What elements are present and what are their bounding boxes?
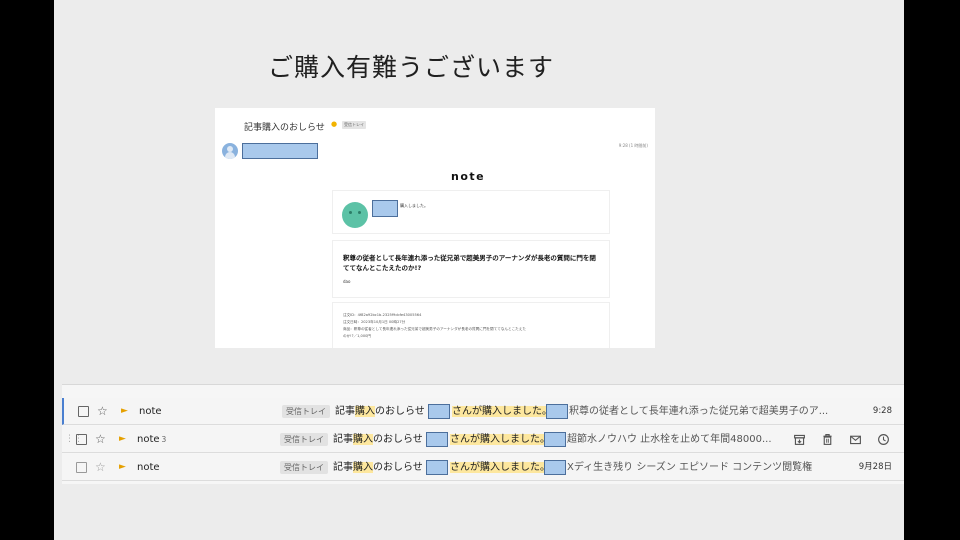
row-snippet: Xディ生き残り シーズン エピソード コンテンツ閲覧権: [567, 462, 813, 473]
email-row[interactable]: ☆ ► note 受信トレイ 記事購入のおしらせ さんが購入しました。 釈尊の従…: [62, 398, 904, 425]
important-marker-icon[interactable]: ►: [119, 454, 126, 481]
star-icon[interactable]: ☆: [95, 426, 106, 453]
row-checkbox[interactable]: [76, 462, 87, 473]
row-bought-text: さんが購入しました。: [450, 462, 550, 473]
important-marker-icon[interactable]: ►: [121, 398, 128, 425]
note-logo: note: [451, 170, 486, 183]
row-snippet: 超節水ノウハウ 止水栓を止めて年間48000...: [567, 434, 772, 445]
order-id: 注文ID：4f82a92bc1b-2325f9cbfe43005564: [343, 313, 422, 317]
buyer-name-redacted: [426, 460, 448, 475]
inbox-label-chip[interactable]: 受信トレイ: [280, 433, 328, 446]
email-row[interactable]: ⋮⋮ ☆ ► note 3 受信トレイ 記事購入のおしらせ さんが購入しました。 …: [62, 426, 904, 453]
row-time: 9:28: [872, 406, 892, 416]
page-heading: ご購入有難うございます: [268, 53, 555, 82]
archive-icon[interactable]: [793, 433, 806, 446]
buyer-name-redacted: [372, 200, 398, 217]
envelope-icon[interactable]: [849, 433, 862, 446]
email-subject: 記事購入のおしらせ: [244, 123, 325, 133]
row-sender: note: [137, 462, 160, 473]
article-author: dao: [343, 279, 351, 284]
important-marker-icon[interactable]: ●: [331, 120, 337, 128]
sender-name-redacted: [242, 143, 318, 159]
article-title: 釈尊の従者として長年連れ添った従兄弟で超美男子のアーナンダが長老の質問に門を閉て…: [343, 254, 596, 272]
sender-avatar: [222, 143, 238, 159]
buyer-avatar: [342, 202, 368, 228]
star-icon[interactable]: ☆: [95, 454, 106, 481]
email-preview-card: 記事購入のおしらせ ● 受信トレイ 9:28 (1 時間前) note 購入しま…: [215, 108, 655, 348]
purchase-text: 購入しました。: [400, 203, 428, 208]
thread-count: 3: [161, 435, 167, 444]
row-sender: note: [139, 406, 162, 417]
order-item: 商品：釈尊の従者として長年連れ添った従兄弟で超美男子のアーナンダが長老の質問に門…: [343, 327, 526, 331]
purchase-notice: 購入しました。: [332, 190, 610, 234]
row-bought-text: さんが購入しました。: [452, 406, 552, 417]
row-time: 9月28日: [858, 462, 892, 472]
row-subject: 記事購入のおしらせ: [335, 406, 425, 417]
important-marker-icon[interactable]: ►: [119, 426, 126, 453]
row-subject: 記事購入のおしらせ: [333, 462, 423, 473]
order-item-price: のか!?／1,000円: [343, 334, 372, 338]
inbox-list: ☆ ► note 受信トレイ 記事購入のおしらせ さんが購入しました。 釈尊の従…: [62, 384, 904, 484]
row-bought-text: さんが購入しました。: [450, 434, 550, 445]
star-icon[interactable]: ☆: [97, 398, 108, 425]
row-checkbox[interactable]: [78, 406, 89, 417]
email-label-chip[interactable]: 受信トレイ: [342, 121, 366, 129]
trash-icon[interactable]: [821, 433, 834, 446]
email-date: 9:28 (1 時間前): [618, 143, 648, 148]
video-frame: ご購入有難うございます 記事購入のおしらせ ● 受信トレイ 9:28 (1 時間…: [54, 0, 904, 540]
inbox-label-chip[interactable]: 受信トレイ: [280, 461, 328, 474]
inbox-label-chip[interactable]: 受信トレイ: [282, 405, 330, 418]
article-summary[interactable]: 釈尊の従者として長年連れ添った従兄弟で超美男子のアーナンダが長老の質問に門を閉て…: [332, 240, 610, 298]
row-checkbox[interactable]: [76, 434, 87, 445]
buyer-name-redacted: [426, 432, 448, 447]
order-details: 注文ID：4f82a92bc1b-2325f9cbfe43005564 注文日時…: [332, 302, 610, 348]
buyer-name-redacted: [428, 404, 450, 419]
order-date: 注文日時：2023年10月1日 00時27分: [343, 320, 406, 324]
clock-icon[interactable]: [877, 433, 890, 446]
row-snippet: 釈尊の従者として長年連れ添った従兄弟で超美男子のア...: [569, 406, 829, 417]
snippet-name-redacted: [544, 460, 566, 475]
row-subject: 記事購入のおしらせ: [333, 434, 423, 445]
snippet-name-redacted: [544, 432, 566, 447]
snippet-name-redacted: [546, 404, 568, 419]
row-sender: note 3: [137, 434, 167, 445]
email-row[interactable]: ☆ ► note 受信トレイ 記事購入のおしらせ さんが購入しました。 Xディ生…: [62, 454, 904, 481]
